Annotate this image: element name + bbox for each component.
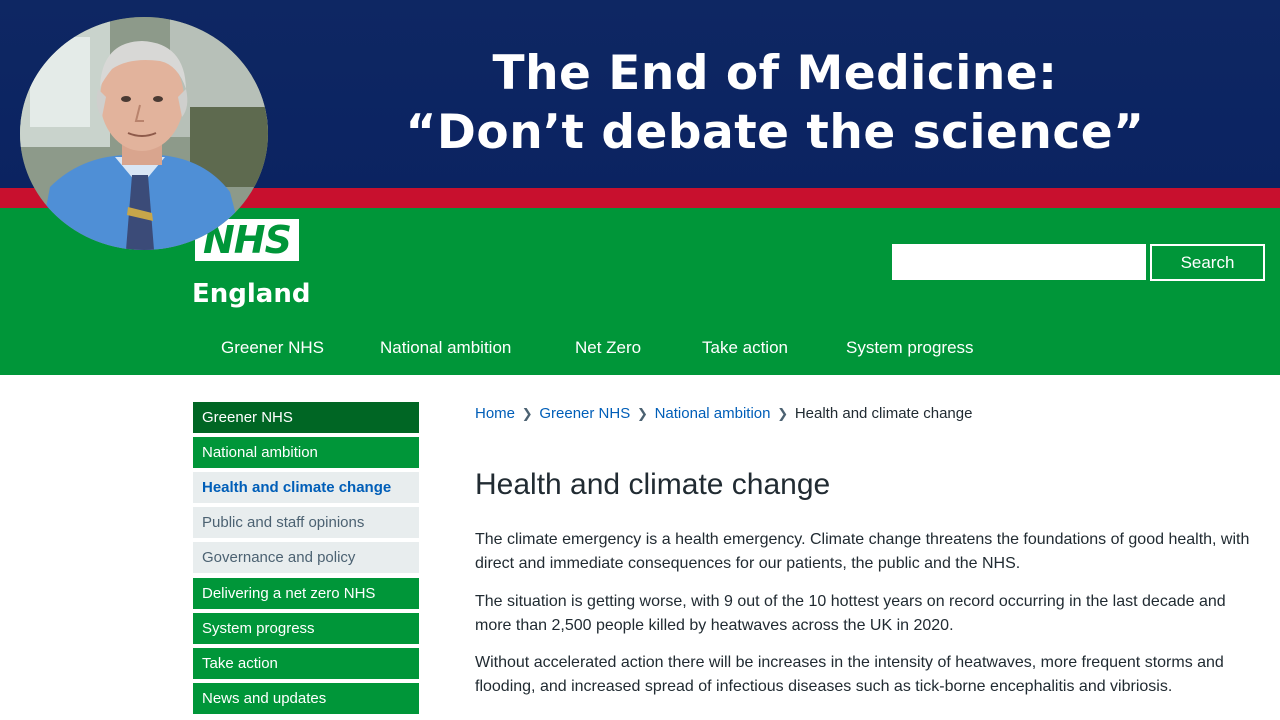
top-nav-system-progress[interactable]: System progress — [846, 336, 974, 360]
breadcrumb-greener-nhs[interactable]: Greener NHS — [539, 405, 630, 422]
top-nav-take-action[interactable]: Take action — [702, 336, 788, 360]
chevron-right-icon: ❯ — [521, 406, 533, 421]
search-input[interactable] — [892, 244, 1146, 280]
banner-title-line-2: “Don’t debate the science” — [405, 105, 1145, 160]
side-nav-governance-and-policy[interactable]: Governance and policy — [193, 542, 419, 573]
side-nav-delivering-net-zero-nhs[interactable]: Delivering a net zero NHS — [193, 578, 419, 609]
body-paragraph-2: The situation is getting worse, with 9 o… — [475, 593, 1226, 634]
search-button[interactable]: Search — [1150, 244, 1265, 281]
banner-title: The End of Medicine: “Don’t debate the s… — [400, 44, 1150, 162]
page-title: Health and climate change — [475, 468, 831, 501]
top-navigation: Greener NHS National ambition Net Zero T… — [0, 332, 1280, 366]
side-nav-greener-nhs[interactable]: Greener NHS — [193, 402, 419, 433]
side-nav-public-and-staff-opinions[interactable]: Public and staff opinions — [193, 507, 419, 538]
top-nav-greener-nhs[interactable]: Greener NHS — [221, 336, 324, 360]
side-nav-news-and-updates[interactable]: News and updates — [193, 683, 419, 714]
side-nav-national-ambition[interactable]: National ambition — [193, 437, 419, 468]
chevron-right-icon: ❯ — [777, 406, 789, 421]
body-paragraph-3: Without accelerated action there will be… — [475, 654, 1224, 695]
side-nav-take-action[interactable]: Take action — [193, 648, 419, 679]
breadcrumb: Home ❯ Greener NHS ❯ National ambition ❯… — [475, 403, 972, 425]
breadcrumb-national-ambition[interactable]: National ambition — [655, 405, 771, 422]
side-nav-system-progress[interactable]: System progress — [193, 613, 419, 644]
top-nav-net-zero[interactable]: Net Zero — [575, 336, 641, 360]
author-avatar — [20, 17, 268, 250]
top-nav-national-ambition[interactable]: National ambition — [380, 336, 511, 360]
side-nav-health-and-climate-change[interactable]: Health and climate change — [193, 472, 419, 503]
breadcrumb-home[interactable]: Home — [475, 405, 515, 422]
banner-title-line-1: The End of Medicine: — [492, 46, 1058, 101]
nhs-logo-region: England — [192, 279, 311, 309]
chevron-right-icon: ❯ — [636, 406, 648, 421]
breadcrumb-current: Health and climate change — [794, 405, 973, 422]
body-paragraph-1: The climate emergency is a health emerge… — [475, 531, 1250, 572]
author-photo-illustration — [20, 17, 268, 250]
